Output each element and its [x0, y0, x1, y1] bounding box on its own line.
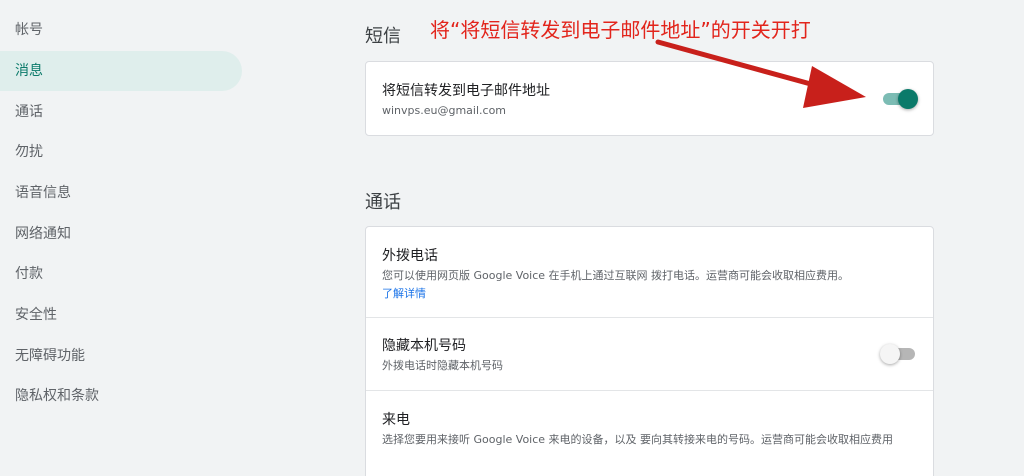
sms-forward-row: 将短信转发到电子邮件地址 winvps.eu@gmail.com — [366, 62, 933, 135]
toggle-knob — [898, 89, 918, 109]
sidebar-item-messages[interactable]: 消息 — [0, 51, 242, 91]
sms-card: 将短信转发到电子邮件地址 winvps.eu@gmail.com — [365, 61, 934, 136]
sms-forward-email: winvps.eu@gmail.com — [382, 104, 507, 117]
incoming-calls-description: 选择您要用来接听 Google Voice 来电的设备，以及 要向其转接来电的号… — [382, 433, 894, 446]
sidebar-item-voicemail[interactable]: 语音信息 — [0, 173, 242, 213]
sms-forward-title: 将短信转发到电子邮件地址 — [382, 83, 550, 99]
sidebar-item-account[interactable]: 帐号 — [0, 10, 242, 50]
hide-number-title: 隐藏本机号码 — [382, 338, 466, 354]
outbound-calls-title: 外拨电话 — [382, 248, 438, 264]
outbound-calls-description: 您可以使用网页版 Google Voice 在手机上通过互联网 拨打电话。运营商… — [382, 269, 850, 282]
hide-number-row: 隐藏本机号码 外拨电话时隐藏本机号码 — [366, 318, 933, 391]
calls-card: 外拨电话 您可以使用网页版 Google Voice 在手机上通过互联网 拨打电… — [365, 226, 934, 476]
annotation-text: 将“将短信转发到电子邮件地址”的开关开打 — [430, 18, 811, 42]
sms-forward-toggle[interactable] — [880, 89, 918, 109]
toggle-knob — [880, 344, 900, 364]
hide-number-toggle[interactable] — [880, 344, 918, 364]
learn-more-link[interactable]: 了解详情 — [382, 285, 426, 301]
incoming-calls-title: 来电 — [382, 412, 410, 428]
calls-section-title: 通话 — [365, 192, 401, 213]
sidebar-item-accessibility[interactable]: 无障碍功能 — [0, 336, 242, 376]
outbound-calls-row: 外拨电话 您可以使用网页版 Google Voice 在手机上通过互联网 拨打电… — [366, 227, 933, 318]
sms-section-title: 短信 — [365, 26, 401, 47]
sidebar-item-security[interactable]: 安全性 — [0, 295, 242, 335]
settings-sidebar: 帐号 消息 通话 勿扰 语音信息 网络通知 付款 安全性 无障碍功能 隐私权和条… — [0, 0, 250, 476]
sidebar-item-do-not-disturb[interactable]: 勿扰 — [0, 132, 242, 172]
sidebar-item-payments[interactable]: 付款 — [0, 254, 242, 294]
incoming-calls-row: 来电 选择您要用来接听 Google Voice 来电的设备，以及 要向其转接来… — [366, 391, 933, 476]
sidebar-item-calls[interactable]: 通话 — [0, 92, 242, 132]
sidebar-item-web-notifications[interactable]: 网络通知 — [0, 214, 242, 254]
hide-number-description: 外拨电话时隐藏本机号码 — [382, 359, 503, 372]
sidebar-item-privacy-terms[interactable]: 隐私权和条款 — [0, 376, 242, 416]
